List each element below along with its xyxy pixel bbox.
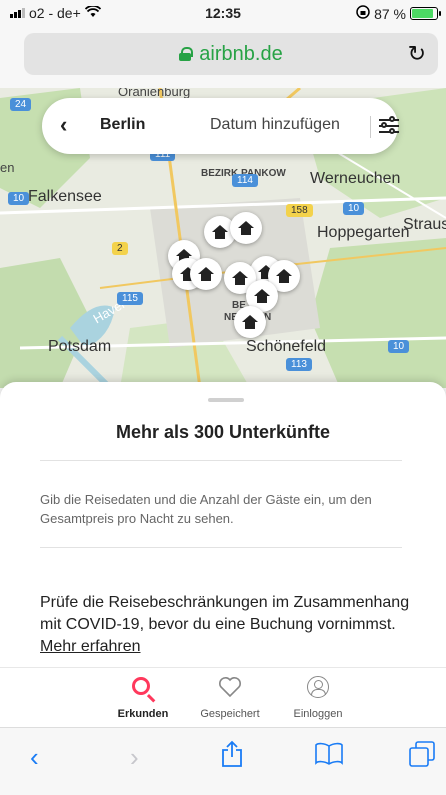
tab-login[interactable]: Einloggen [268,674,368,720]
search-bar[interactable]: ‹ Berlin Datum hinzufügen [42,98,400,154]
tab-label: Gespeichert [200,708,260,720]
tab-explore[interactable]: Erkunden [93,674,193,720]
map-label-werneuchen: Werneuchen [310,170,401,187]
road-sign: 24 [10,98,32,111]
back-icon[interactable]: ‹ [30,742,39,773]
search-icon [132,677,150,695]
tab-bar: Erkunden Gespeichert Einloggen [0,667,446,727]
results-title: Mehr als 300 Unterkünfte [115,422,331,442]
battery-percent: 87 % [374,5,406,22]
search-divider [370,116,371,138]
url-display[interactable]: airbnb.de [179,42,283,66]
learn-more-link[interactable]: Mehr erfahren [40,638,141,655]
status-bar: o2 - de+ 12:35 87 % [0,0,446,26]
heart-icon [219,677,241,698]
listing-pin[interactable] [234,306,266,338]
lock-icon [179,47,194,61]
road-sign: 115 [117,292,143,305]
price-hint: Gib die Reisedaten und die Anzahl der Gä… [40,492,372,526]
drag-handle[interactable] [208,398,244,402]
back-chevron-icon[interactable]: ‹ [60,112,67,138]
covid-text: Prüfe die Reisebeschränkungen im Zusamme… [40,594,410,633]
map-label-potsdam: Potsdam [48,338,112,355]
url-bar[interactable]: airbnb.de ↻ [24,33,438,75]
house-icon [198,267,214,281]
filter-sliders-icon[interactable] [378,115,400,137]
divider [40,547,402,548]
house-icon [238,221,254,235]
road-sign: 114 [232,174,258,187]
road-sign: 158 [286,204,313,217]
road-sign: 2 [112,242,128,255]
tab-saved[interactable]: Gespeichert [180,674,280,720]
url-text: airbnb.de [199,42,283,65]
forward-icon[interactable]: › [130,742,139,773]
user-icon [307,676,329,698]
house-icon [212,225,228,239]
road-sign: 10 [388,340,410,353]
divider [40,460,402,461]
date-picker[interactable]: Datum hinzufügen [210,116,340,134]
tab-label: Erkunden [117,708,169,720]
listing-pin[interactable] [190,258,222,290]
map-label-hoppegarten: Hoppegarten [317,224,410,241]
battery-group: 87 % [356,5,441,22]
bookmarks-icon[interactable] [314,742,344,773]
road-sign: 10 [8,192,30,205]
browser-toolbar: ‹ › [0,727,446,795]
covid-notice: Prüfe die Reisebeschränkungen im Zusamme… [40,592,410,658]
listing-pin[interactable] [230,212,262,244]
house-icon [254,289,270,303]
road-sign: 113 [286,358,312,371]
results-sheet[interactable]: Mehr als 300 Unterkünfte Gib die Reiseda… [0,382,446,667]
house-icon [232,271,248,285]
tabs-icon[interactable] [408,740,436,775]
location-text[interactable]: Berlin [100,116,145,134]
map-label-falkensee: Falkensee [28,188,102,205]
reload-icon[interactable]: ↻ [408,41,426,67]
share-icon[interactable] [220,740,244,775]
road-sign: 10 [343,202,365,215]
house-icon [242,315,258,329]
tab-label: Einloggen [293,708,343,720]
map-label-schoenefeld: Schönefeld [246,338,327,355]
lock-rotation-icon [356,5,370,22]
battery-icon [410,7,441,20]
map-label-en: en [0,160,15,175]
house-icon [276,269,292,283]
